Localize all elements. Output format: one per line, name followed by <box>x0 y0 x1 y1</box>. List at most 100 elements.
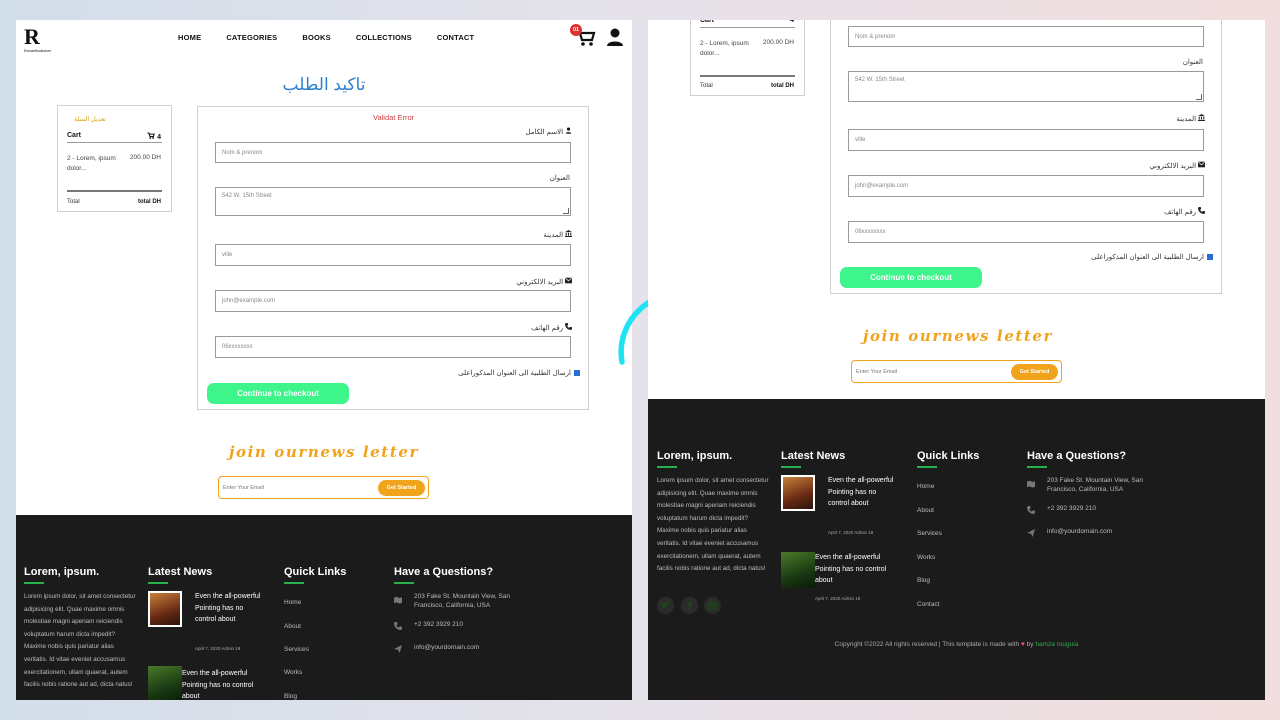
twitter-icon <box>661 601 670 609</box>
checkout-button[interactable]: Continue to checkout <box>840 267 982 288</box>
news-title: Latest News <box>148 566 213 578</box>
newsletter-form: Enter Your Email Get Started <box>218 476 429 499</box>
order-form: Nom & prenom العنوان 542 W. 15th Street … <box>830 20 1222 294</box>
cart-item: 2 - Lorem, ipsum dolor... <box>67 155 116 172</box>
copyright-by: by <box>1026 641 1034 648</box>
contact-phone[interactable]: +2 392 3929 210 <box>1047 504 1096 513</box>
heart-icon: ♥ <box>1020 641 1025 648</box>
phone-input[interactable]: 06xxxxxxxx <box>848 221 1204 243</box>
cart-title: Cart <box>700 20 715 24</box>
cart-count-value: 4 <box>157 134 161 141</box>
name-label: الاسم الكامل <box>526 127 573 136</box>
footer-link-home[interactable]: Home <box>284 599 301 606</box>
title-underline <box>148 582 168 584</box>
email-label: البريد الالكتروني <box>516 277 572 286</box>
map-icon <box>1027 480 1035 488</box>
news-link[interactable]: Even the all-powerful Pointing has no co… <box>195 591 261 626</box>
city-label: المدينة <box>1176 114 1205 123</box>
email-input[interactable]: john@example.com <box>215 290 571 312</box>
name-input[interactable]: Nom & prenom <box>215 142 571 163</box>
city-input[interactable]: ville <box>848 129 1204 151</box>
address-label: العنوان <box>549 175 570 182</box>
news-meta: April 7, 2020 Admin 19 <box>195 646 241 651</box>
footer-link-blog[interactable]: Blog <box>284 693 297 700</box>
nav-home[interactable]: HOME <box>178 33 201 42</box>
get-started-button[interactable]: Get Started <box>1011 364 1058 380</box>
nav-collections[interactable]: COLLECTIONS <box>356 33 412 42</box>
about-title: Lorem, ipsum. <box>24 566 100 578</box>
footer-link-services[interactable]: Services <box>284 646 309 653</box>
footer-link-about[interactable]: About <box>917 507 934 514</box>
city-input[interactable]: ville <box>215 244 571 266</box>
about-title: Lorem, ipsum. <box>657 450 733 462</box>
contact-address: 203 Fake St. Mountain View, San Francisc… <box>414 593 510 609</box>
divider <box>700 27 795 28</box>
nav-contact[interactable]: CONTACT <box>437 33 475 42</box>
news-thumbnail[interactable] <box>781 552 815 588</box>
envelope-icon <box>1198 161 1205 168</box>
footer: Lorem, ipsum. Lorem ipsum dolor, sit ame… <box>16 515 632 700</box>
edit-cart-link[interactable]: تعديل السلة <box>74 115 106 123</box>
news-link[interactable]: Even the all-powerful Pointing has no co… <box>182 668 262 700</box>
footer-link-about[interactable]: About <box>284 623 301 630</box>
resize-handle[interactable] <box>563 208 569 214</box>
get-started-button[interactable]: Get Started <box>378 480 425 496</box>
name-input[interactable]: Nom & prenom <box>848 26 1204 47</box>
checkbox[interactable] <box>1207 254 1213 260</box>
phone-label: رقم الهاتف <box>531 323 572 332</box>
logo[interactable]: R RomanBookstore <box>24 26 54 56</box>
cart-item-price: 200.00 DH <box>129 154 161 161</box>
phone-icon <box>565 323 572 330</box>
copyright: Copyright ©2022 All rights reserved | Th… <box>648 641 1265 648</box>
email-input[interactable]: john@example.com <box>848 175 1204 197</box>
user-icon[interactable] <box>606 27 624 47</box>
address-value: 542 W. 15th Street <box>222 193 272 199</box>
address-textarea[interactable]: 542 W. 15th Street <box>215 187 571 216</box>
map-icon <box>394 596 402 604</box>
resize-handle[interactable] <box>1196 94 1202 100</box>
checkbox[interactable] <box>574 370 580 376</box>
twitter-link[interactable] <box>657 597 674 614</box>
nav-books[interactable]: BOOKS <box>302 33 331 42</box>
checkout-button[interactable]: Continue to checkout <box>207 383 349 404</box>
author-link[interactable]: hamza rouguia <box>1035 641 1078 648</box>
divider <box>67 190 162 192</box>
contact-email[interactable]: info@yourdomain.com <box>414 643 479 652</box>
news-link[interactable]: Even the all-powerful Pointing has no co… <box>828 475 894 510</box>
phone-label: رقم الهاتف <box>1164 207 1205 216</box>
newsletter-email-input[interactable]: Enter Your Email <box>223 485 264 491</box>
email-label: البريد الالكتروني <box>1149 161 1205 170</box>
title-underline <box>781 466 801 468</box>
news-thumbnail[interactable] <box>148 666 182 700</box>
news-thumbnail[interactable] <box>781 475 815 511</box>
footer-link-blog[interactable]: Blog <box>917 577 930 584</box>
contact-phone[interactable]: +2 392 3929 210 <box>414 620 463 629</box>
news-thumbnail[interactable] <box>148 591 182 627</box>
address-textarea[interactable]: 542 W. 15th Street <box>848 71 1204 102</box>
address-value: 542 W. 15th Street <box>855 77 905 83</box>
facebook-link[interactable] <box>681 597 698 614</box>
footer-link-home[interactable]: Home <box>917 483 934 490</box>
newsletter-email-input[interactable]: Enter Your Email <box>856 369 897 375</box>
copyright-text: Copyright ©2022 All rights reserved | Th… <box>834 641 1020 648</box>
footer-link-works[interactable]: Works <box>917 554 935 561</box>
same-address-checkbox[interactable]: ارسال الطلبية الى العنوان المذكوراعلى <box>458 369 580 377</box>
footer-link-works[interactable]: Works <box>284 669 302 676</box>
phone-input[interactable]: 06xxxxxxxx <box>215 336 571 358</box>
footer-link-services[interactable]: Services <box>917 530 942 537</box>
news-title: Latest News <box>781 450 846 462</box>
newsletter-title: join ournews letter <box>228 443 420 461</box>
checkbox-label: ارسال الطلبية الى العنوان المذكوراعلى <box>1091 254 1204 261</box>
news-link[interactable]: Even the all-powerful Pointing has no co… <box>815 552 895 587</box>
name-label-text: الاسم الكامل <box>525 129 564 136</box>
instagram-link[interactable] <box>704 597 721 614</box>
footer-link-contact[interactable]: Contact <box>917 601 939 608</box>
cart-badge: 01 <box>570 24 582 36</box>
total-value: total DH <box>138 199 161 205</box>
validation-error: Validat Error <box>373 113 415 122</box>
same-address-checkbox[interactable]: ارسال الطلبية الى العنوان المذكوراعلى <box>1091 253 1213 261</box>
nav-categories[interactable]: CATEGORIES <box>226 33 277 42</box>
phone-label-text: رقم الهاتف <box>1164 209 1197 216</box>
contact-email[interactable]: info@yourdomain.com <box>1047 527 1112 536</box>
about-text: Lorem ipsum dolor, sit amet consectetur … <box>657 477 769 573</box>
